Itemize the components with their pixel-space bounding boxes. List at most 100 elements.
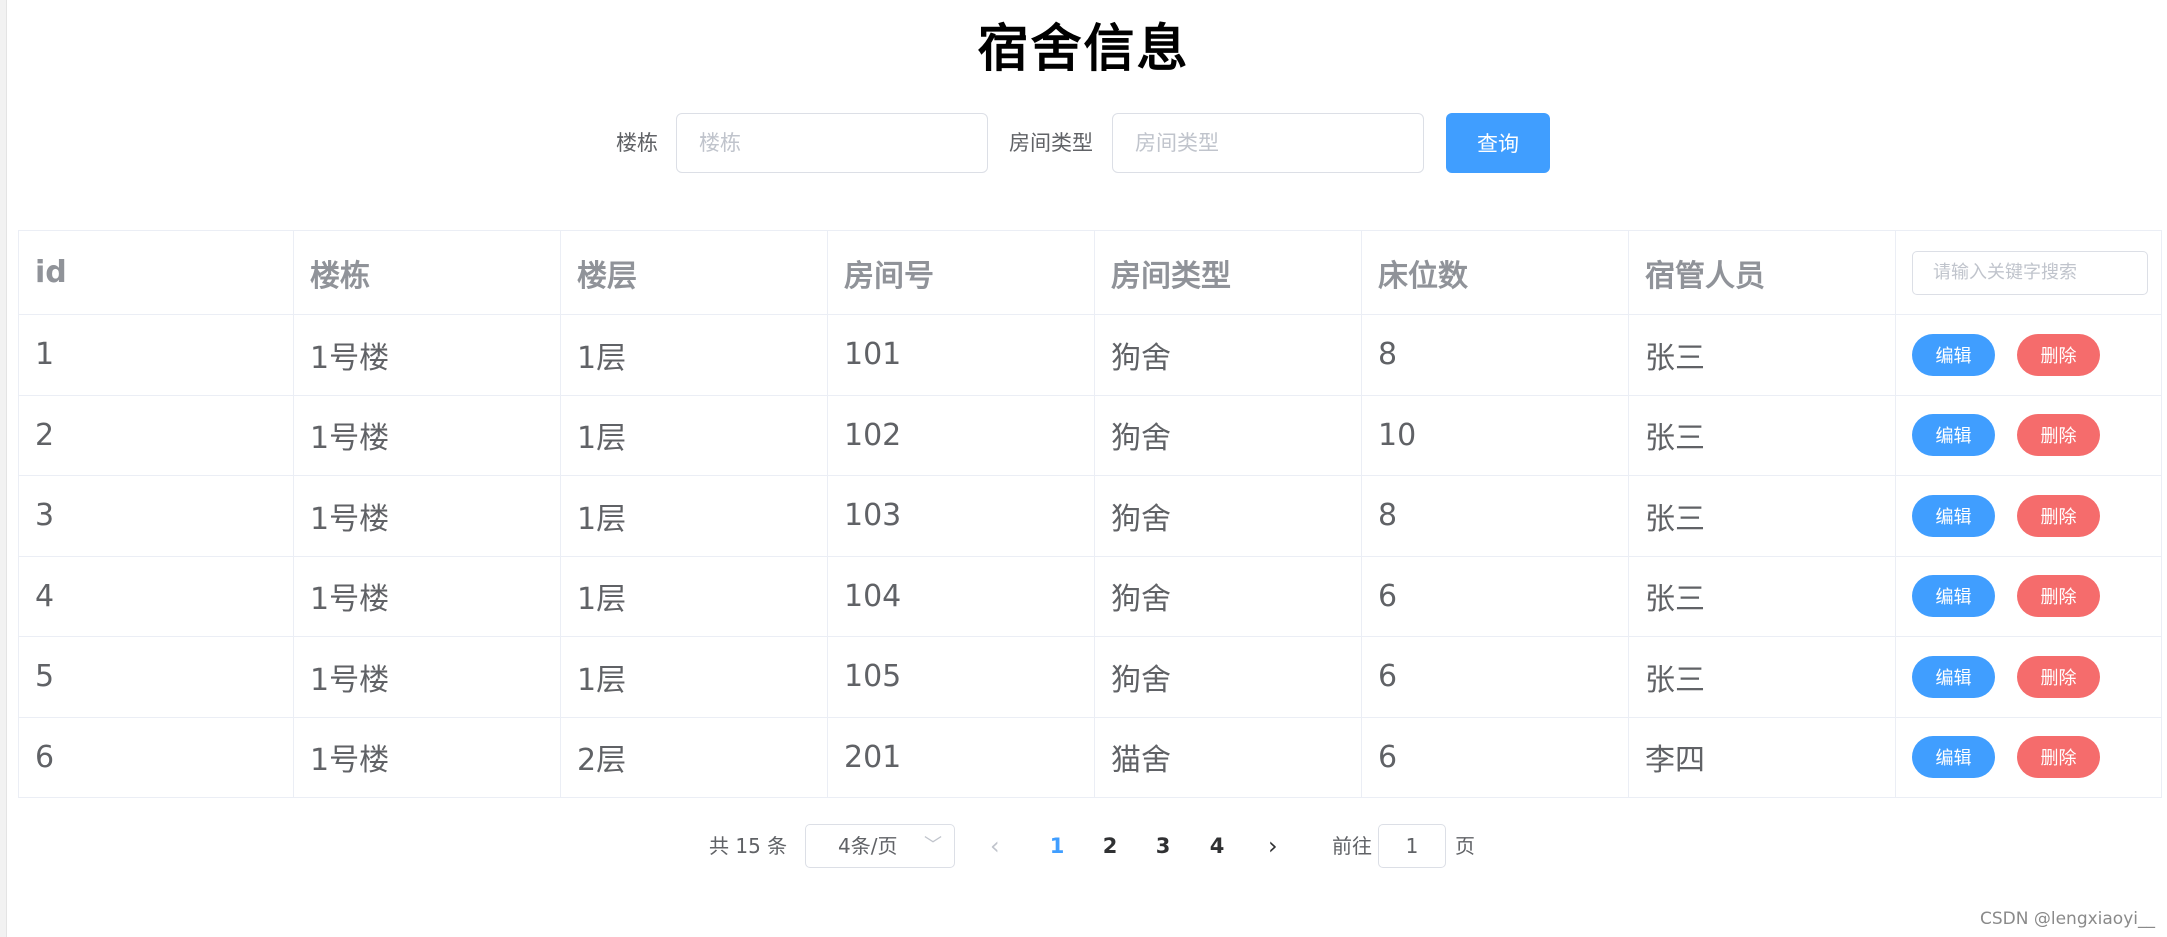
edit-button[interactable]: 编辑 xyxy=(1912,736,1995,779)
column-header-room-type: 房间类型 xyxy=(1094,230,1362,315)
cell-building: 1号楼 xyxy=(293,717,561,798)
room-type-label: 房间类型 xyxy=(1009,131,1093,155)
goto-label: 前往 xyxy=(1332,834,1372,858)
total-count: 共 15 条 xyxy=(709,834,788,858)
cell-actions: 编辑 删除 xyxy=(1895,556,2162,637)
cell-id: 1 xyxy=(18,314,294,396)
cell-actions: 编辑 删除 xyxy=(1895,475,2162,557)
cell-manager: 张三 xyxy=(1628,556,1896,637)
building-label: 楼栋 xyxy=(616,131,658,155)
column-header-floor: 楼层 xyxy=(560,230,828,315)
cell-room-type: 狗舍 xyxy=(1094,314,1362,396)
column-header-manager: 宿管人员 xyxy=(1628,230,1896,315)
chevron-down-icon: ﹀ xyxy=(924,835,942,856)
page-suffix-label: 页 xyxy=(1455,834,1475,858)
cell-id: 3 xyxy=(18,475,294,557)
cell-room-number: 201 xyxy=(827,717,1095,798)
cell-room-number: 104 xyxy=(827,556,1095,637)
cell-room-type: 狗舍 xyxy=(1094,636,1362,718)
cell-floor: 1层 xyxy=(560,314,828,396)
keyword-search-input[interactable] xyxy=(1912,250,2148,295)
cell-room-type: 狗舍 xyxy=(1094,395,1362,476)
cell-manager: 张三 xyxy=(1628,475,1896,557)
next-page-icon[interactable]: › xyxy=(1268,824,1278,868)
cell-building: 1号楼 xyxy=(293,556,561,637)
delete-button[interactable]: 删除 xyxy=(2017,736,2100,779)
cell-actions: 编辑 删除 xyxy=(1895,314,2162,396)
column-header-bed-count: 床位数 xyxy=(1361,230,1629,315)
goto-page-input[interactable] xyxy=(1378,824,1446,868)
delete-button[interactable]: 删除 xyxy=(2017,333,2100,376)
table-row: 4 1号楼 1层 104 狗舍 6 张三 编辑 删除 xyxy=(18,556,2162,637)
table-row: 1 1号楼 1层 101 狗舍 8 张三 编辑 删除 xyxy=(18,314,2162,396)
cell-floor: 1层 xyxy=(560,395,828,476)
cell-room-type: 狗舍 xyxy=(1094,556,1362,637)
edit-button[interactable]: 编辑 xyxy=(1912,655,1995,698)
table-row: 6 1号楼 2层 201 猫舍 6 李四 编辑 删除 xyxy=(18,717,2162,798)
cell-room-type: 狗舍 xyxy=(1094,475,1362,557)
dormitory-table: id 楼栋 楼层 房间号 房间类型 床位数 宿管人员 11号楼1层101狗舍8张… xyxy=(18,230,2162,798)
cell-bed-count: 8 xyxy=(1361,314,1629,396)
cell-bed-count: 6 xyxy=(1361,636,1629,718)
query-button[interactable]: 查询 xyxy=(1446,113,1550,173)
column-header-building: 楼栋 xyxy=(293,230,561,315)
table-body: 1 1号楼 1层 101 狗舍 8 张三 编辑 删除 2 1号楼 1层 102 狗舍 10 张三 编辑 删除 3 1号… xyxy=(18,314,2162,798)
cell-room-type: 猫舍 xyxy=(1094,717,1362,798)
cell-id: 4 xyxy=(18,556,294,637)
delete-button[interactable]: 删除 xyxy=(2017,494,2100,537)
cell-bed-count: 6 xyxy=(1361,556,1629,637)
cell-room-number: 105 xyxy=(827,636,1095,718)
cell-bed-count: 8 xyxy=(1361,475,1629,557)
search-bar: 楼栋 房间类型 查询 xyxy=(0,113,2167,173)
page-button-3[interactable]: 3 xyxy=(1148,824,1178,868)
page-size-select[interactable]: 4条/页 ﹀ xyxy=(805,824,955,868)
table-row: 2 1号楼 1层 102 狗舍 10 张三 编辑 删除 xyxy=(18,395,2162,476)
cell-manager: 张三 xyxy=(1628,636,1896,718)
cell-floor: 1层 xyxy=(560,636,828,718)
page-button-1[interactable]: 1 xyxy=(1042,824,1072,868)
prev-page-icon[interactable]: ‹ xyxy=(990,824,1000,868)
table-header-row: id 楼栋 楼层 房间号 房间类型 床位数 宿管人员 xyxy=(18,230,2162,315)
cell-building: 1号楼 xyxy=(293,314,561,396)
edit-button[interactable]: 编辑 xyxy=(1912,414,1995,457)
cell-floor: 2层 xyxy=(560,717,828,798)
cell-floor: 1层 xyxy=(560,556,828,637)
edit-button[interactable]: 编辑 xyxy=(1912,494,1995,537)
column-header-id: id xyxy=(18,230,294,315)
table-row: 5 1号楼 1层 105 狗舍 6 张三 编辑 删除 xyxy=(18,636,2162,718)
page-button-2[interactable]: 2 xyxy=(1095,824,1125,868)
room-type-input[interactable] xyxy=(1112,113,1424,173)
cell-manager: 张三 xyxy=(1628,314,1896,396)
cell-manager: 张三 xyxy=(1628,395,1896,476)
page-title: 宿舍信息 xyxy=(977,20,1190,79)
cell-actions: 编辑 删除 xyxy=(1895,717,2162,798)
column-header-room-number: 房间号 xyxy=(827,230,1095,315)
cell-room-number: 103 xyxy=(827,475,1095,557)
pagination: 共 15 条 4条/页 ﹀ ‹ 1 2 3 4 › 前往 页 xyxy=(0,824,2167,868)
edit-button[interactable]: 编辑 xyxy=(1912,575,1995,618)
cell-bed-count: 6 xyxy=(1361,717,1629,798)
cell-id: 5 xyxy=(18,636,294,718)
cell-room-number: 102 xyxy=(827,395,1095,476)
cell-manager: 李四 xyxy=(1628,717,1896,798)
delete-button[interactable]: 删除 xyxy=(2017,655,2100,698)
building-input[interactable] xyxy=(676,113,988,173)
page-size-value: 4条/页 xyxy=(838,834,898,858)
cell-building: 1号楼 xyxy=(293,395,561,476)
cell-building: 1号楼 xyxy=(293,475,561,557)
watermark: CSDN @lengxiaoyi__ xyxy=(1979,909,2155,929)
delete-button[interactable]: 删除 xyxy=(2017,575,2100,618)
cell-actions: 编辑 删除 xyxy=(1895,395,2162,476)
cell-building: 1号楼 xyxy=(293,636,561,718)
table-row: 3 1号楼 1层 103 狗舍 8 张三 编辑 删除 xyxy=(18,475,2162,557)
delete-button[interactable]: 删除 xyxy=(2017,414,2100,457)
cell-floor: 1层 xyxy=(560,475,828,557)
edit-button[interactable]: 编辑 xyxy=(1912,333,1995,376)
cell-id: 2 xyxy=(18,395,294,476)
cell-id: 6 xyxy=(18,717,294,798)
page-button-4[interactable]: 4 xyxy=(1202,824,1232,868)
column-header-search xyxy=(1895,230,2162,315)
cell-actions: 编辑 删除 xyxy=(1895,636,2162,718)
cell-room-number: 101 xyxy=(827,314,1095,396)
cell-bed-count: 10 xyxy=(1361,395,1629,476)
